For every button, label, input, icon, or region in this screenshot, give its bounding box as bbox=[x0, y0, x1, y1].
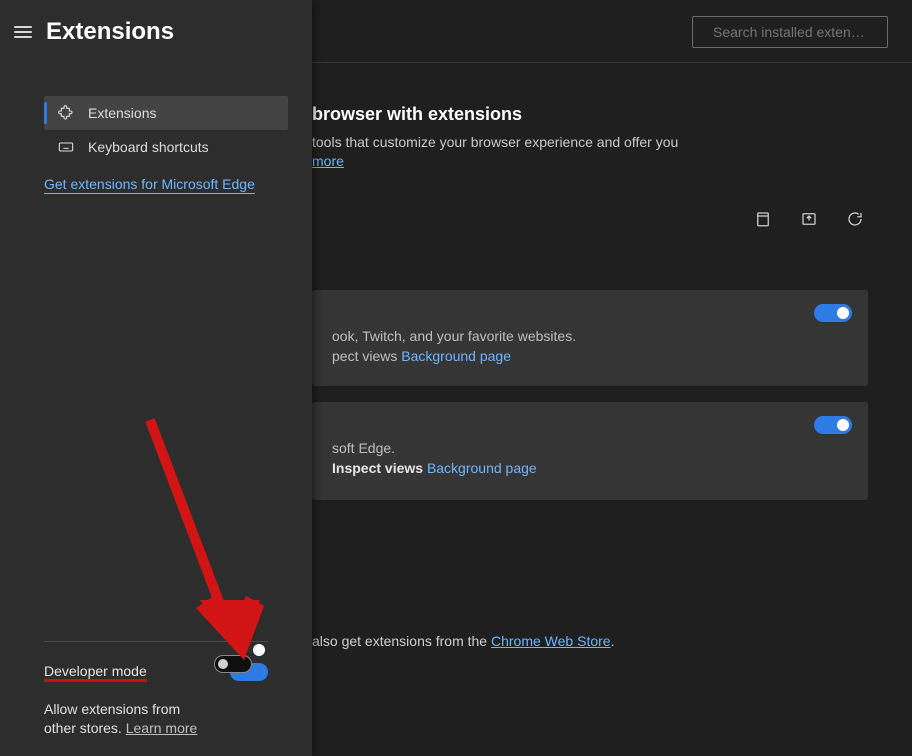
allow-other-stores-label: Allow extensions from other stores. Lear… bbox=[44, 700, 204, 738]
load-unpacked-icon[interactable] bbox=[800, 210, 818, 228]
extension-desc-fragment: ook, Twitch, and your favorite websites. bbox=[332, 328, 848, 344]
background-page-link[interactable]: Background page bbox=[401, 348, 511, 364]
learn-more-link[interactable]: more bbox=[312, 153, 344, 169]
search-box[interactable] bbox=[692, 16, 888, 48]
chrome-web-store-note: also get extensions from the Chrome Web … bbox=[312, 633, 614, 649]
extension-toggle[interactable] bbox=[814, 416, 852, 434]
cws-suffix: . bbox=[611, 633, 615, 649]
sidebar: Extensions Extensions Keyboard shortcuts… bbox=[0, 0, 312, 756]
page-subtext-more: more bbox=[312, 153, 344, 169]
sidebar-item-label: Keyboard shortcuts bbox=[88, 139, 209, 155]
sidebar-item-extensions[interactable]: Extensions bbox=[44, 96, 288, 130]
developer-mode-label: Developer mode bbox=[44, 663, 147, 682]
hamburger-icon[interactable] bbox=[14, 26, 32, 38]
search-input[interactable] bbox=[713, 24, 894, 40]
extension-card: ook, Twitch, and your favorite websites.… bbox=[312, 290, 868, 386]
allow-other-stores-row: Allow extensions from other stores. Lear… bbox=[44, 700, 268, 738]
sidebar-bottom: Developer mode Allow extensions from oth… bbox=[44, 641, 268, 738]
extension-desc-fragment: soft Edge. bbox=[332, 440, 848, 456]
page-subtext-fragment: tools that customize your browser experi… bbox=[312, 134, 678, 150]
inspect-views-label: Inspect views bbox=[332, 460, 423, 476]
inspect-views-label-fragment: pect views bbox=[332, 348, 397, 364]
remove-icon[interactable] bbox=[754, 210, 772, 228]
allow-other-stores-toggle[interactable] bbox=[214, 655, 252, 673]
chrome-web-store-link[interactable]: Chrome Web Store bbox=[491, 633, 611, 649]
puzzle-icon bbox=[58, 105, 74, 121]
background-page-link[interactable]: Background page bbox=[427, 460, 537, 476]
cws-prefix-fragment: also get extensions from the bbox=[312, 633, 491, 649]
get-edge-extensions-link[interactable]: Get extensions for Microsoft Edge bbox=[44, 176, 255, 194]
reload-icon[interactable] bbox=[846, 210, 864, 228]
toolbar-icons bbox=[754, 210, 864, 228]
page-title: Extensions bbox=[46, 18, 174, 46]
sidebar-item-label: Extensions bbox=[88, 105, 156, 121]
extension-toggle[interactable] bbox=[814, 304, 852, 322]
learn-more-link[interactable]: Learn more bbox=[126, 720, 198, 736]
page-heading-fragment: browser with extensions bbox=[312, 104, 522, 125]
keyboard-icon bbox=[58, 139, 74, 155]
extension-inspect-row: pect views Background page bbox=[332, 348, 848, 364]
extension-inspect-row: Inspect views Background page bbox=[332, 460, 848, 476]
sidebar-nav: Extensions Keyboard shortcuts bbox=[0, 96, 312, 164]
sidebar-item-keyboard-shortcuts[interactable]: Keyboard shortcuts bbox=[44, 130, 288, 164]
extension-card: soft Edge. Inspect views Background page bbox=[312, 402, 868, 500]
